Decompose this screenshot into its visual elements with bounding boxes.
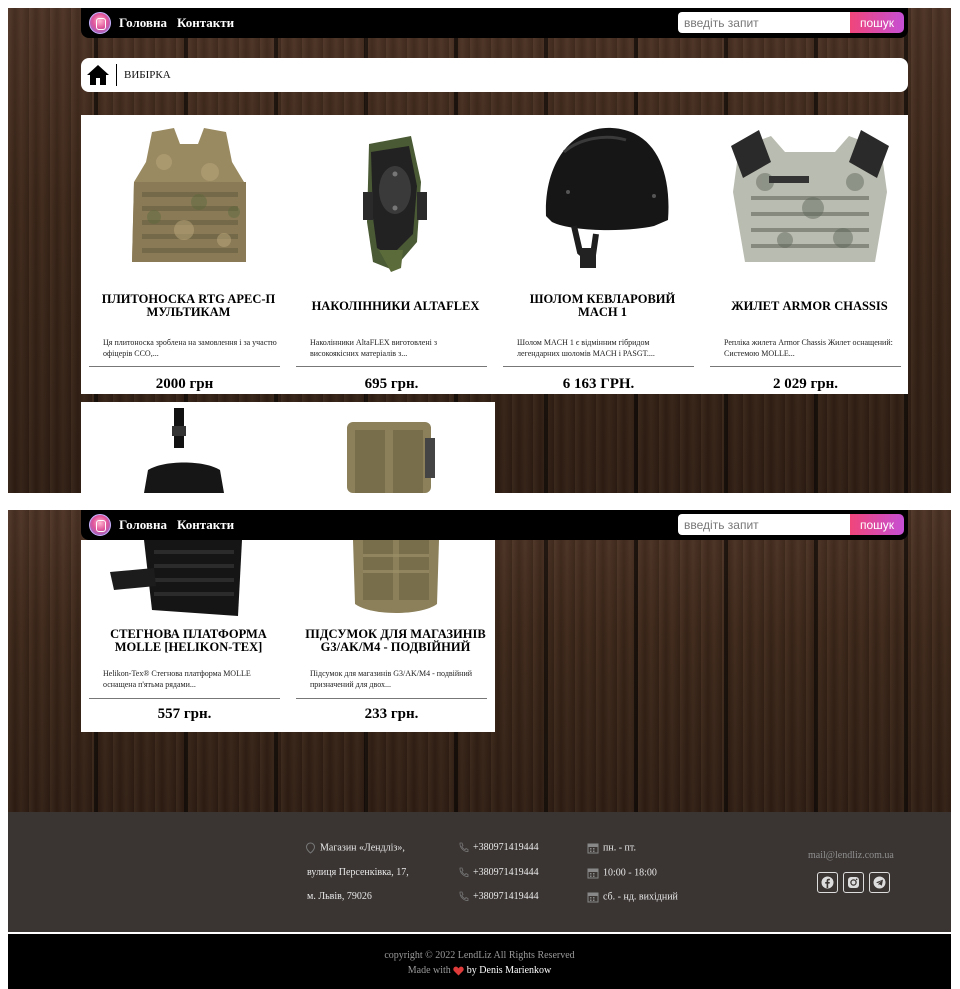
search-input[interactable] (678, 514, 850, 535)
footer-email[interactable]: mail@lendliz.com.ua (808, 850, 894, 861)
home-icon[interactable] (85, 63, 111, 87)
product-card[interactable]: ШОЛОМ КЕВЛАРОВИЙ MACH 1 Шолом MACH 1 є в… (503, 115, 702, 394)
search-button[interactable]: пошук (850, 12, 904, 33)
logo[interactable] (89, 514, 111, 536)
search-form: пошук (678, 514, 904, 535)
copyright-bar: copyright © 2022 LendLiz All Rights Rese… (8, 934, 951, 989)
product-image-helmet[interactable] (503, 122, 702, 276)
product-price: 6 163 ГРН. (562, 376, 635, 392)
breadcrumb-current: ВИБІРКА (124, 69, 171, 81)
hours-line: сб. - нд. вихідний (587, 891, 678, 903)
phone-number[interactable]: +380971419444 (458, 842, 539, 853)
product-image-vest[interactable] (710, 122, 909, 276)
product-title[interactable]: НАКОЛІННИКИ ALTAFLEX (302, 287, 489, 325)
product-title[interactable]: ЖИЛЕТ ARMOR CHASSIS (716, 287, 903, 325)
product-title[interactable]: ШОЛОМ КЕВЛАРОВИЙ MACH 1 (509, 287, 696, 325)
telegram-icon[interactable] (869, 872, 890, 893)
search-input[interactable] (678, 12, 850, 33)
screenshot-top: Головна Контакти пошук ВИБІРКА (8, 8, 951, 493)
product-description: Підсумок для магазинів G3/AK/M4 - подвій… (310, 669, 473, 689)
product-description: Helikon-Tex® Стегнова платформа MOLLE ос… (103, 669, 251, 689)
search-button[interactable]: пошук (850, 514, 904, 535)
product-price: 2 029 грн. (772, 376, 839, 392)
location-pin-icon (305, 842, 316, 854)
search-form: пошук (678, 12, 904, 33)
calendar-icon (587, 843, 599, 854)
copyright-text: copyright © 2022 LendLiz All Rights Rese… (384, 950, 575, 961)
footer: Магазин «Лендліз», вулиця Персенківка, 1… (8, 812, 951, 932)
product-divider (89, 698, 280, 699)
phone-icon (459, 842, 469, 853)
nav-contacts-link[interactable]: Контакти (177, 15, 234, 31)
made-with-text: Made with (407, 965, 451, 976)
product-card[interactable]: ПЛИТОНОСКА RTG APEC-П МУЛЬТИКАМ Ця плито… (89, 115, 288, 394)
breadcrumb-divider (116, 64, 117, 86)
product-price: 233 грн. (364, 706, 419, 722)
nav-home-link[interactable]: Головна (119, 15, 167, 31)
address-line: м. Львів, 79026 (307, 891, 372, 902)
screenshot-scrolled: СТЕГНОВА ПЛАТФОРМА MOLLE [HELIKON-TEX] H… (8, 510, 951, 812)
heart-icon (453, 966, 464, 976)
product-image-plate-carrier[interactable] (89, 122, 288, 276)
breadcrumb: ВИБІРКА (81, 58, 908, 92)
made-with-line: Made with by Denis Marienkow (8, 965, 951, 976)
product-card[interactable]: ПІДСУМОК ДЛЯ МАГАЗИНІВ G3/AK/M4 - ПОДВІЙ… (296, 510, 495, 732)
product-price: 695 грн. (364, 376, 419, 392)
phone-number[interactable]: +380971419444 (458, 891, 539, 902)
product-description: Репліка жилета Armor Chassis Жилет оснащ… (724, 338, 893, 358)
navbar: Головна Контакти пошук (81, 510, 908, 540)
product-description: Наколінники AltaFLEX виготовлені з висок… (310, 338, 438, 358)
phone-icon (459, 867, 469, 878)
product-card[interactable]: ЖИЛЕТ ARMOR CHASSIS Репліка жилета Armor… (710, 115, 909, 394)
product-title[interactable]: ПІДСУМОК ДЛЯ МАГАЗИНІВ G3/AK/M4 - ПОДВІЙ… (302, 625, 489, 657)
product-divider (503, 366, 694, 367)
product-image-thigh-platform[interactable] (134, 408, 234, 493)
product-card[interactable]: СТЕГНОВА ПЛАТФОРМА MOLLE [HELIKON-TEX] H… (89, 510, 288, 732)
nav-contacts-link[interactable]: Контакти (177, 517, 234, 533)
logo[interactable] (89, 12, 111, 34)
product-image-thigh-platform[interactable] (89, 540, 288, 620)
product-divider (296, 698, 487, 699)
nav-home-link[interactable]: Головна (119, 517, 167, 533)
product-description: Шолом MACH 1 є відмінним гібридом легенд… (517, 338, 655, 358)
product-price: 557 грн. (157, 706, 212, 722)
product-image-mag-pouch[interactable] (341, 416, 441, 493)
phone-number[interactable]: +380971419444 (458, 867, 539, 878)
product-title[interactable]: СТЕГНОВА ПЛАТФОРМА MOLLE [HELIKON-TEX] (95, 625, 282, 657)
product-divider (710, 366, 901, 367)
product-price: 2000 грн (155, 376, 214, 392)
product-image-knee-pads[interactable] (296, 122, 495, 276)
address-line: Магазин «Лендліз», (305, 842, 405, 854)
product-image-mag-pouch[interactable] (296, 540, 495, 618)
hours-line: 10:00 - 18:00 (587, 867, 657, 879)
address-line: вулиця Персенківка, 17, (307, 867, 409, 878)
calendar-icon (587, 892, 599, 903)
navbar: Головна Контакти пошук (81, 8, 908, 38)
author-link[interactable]: by Denis Marienkow (467, 965, 551, 976)
product-divider (296, 366, 487, 367)
product-description: Ця плитоноска зроблена на замовлення і з… (103, 338, 277, 358)
product-title[interactable]: ПЛИТОНОСКА RTG APEC-П МУЛЬТИКАМ (95, 287, 282, 325)
product-card[interactable]: НАКОЛІННИКИ ALTAFLEX Наколінники AltaFLE… (296, 115, 495, 394)
hours-line: пн. - пт. (587, 842, 636, 854)
calendar-icon (587, 868, 599, 879)
facebook-icon[interactable] (817, 872, 838, 893)
phone-icon (459, 891, 469, 902)
instagram-icon[interactable] (843, 872, 864, 893)
product-divider (89, 366, 280, 367)
